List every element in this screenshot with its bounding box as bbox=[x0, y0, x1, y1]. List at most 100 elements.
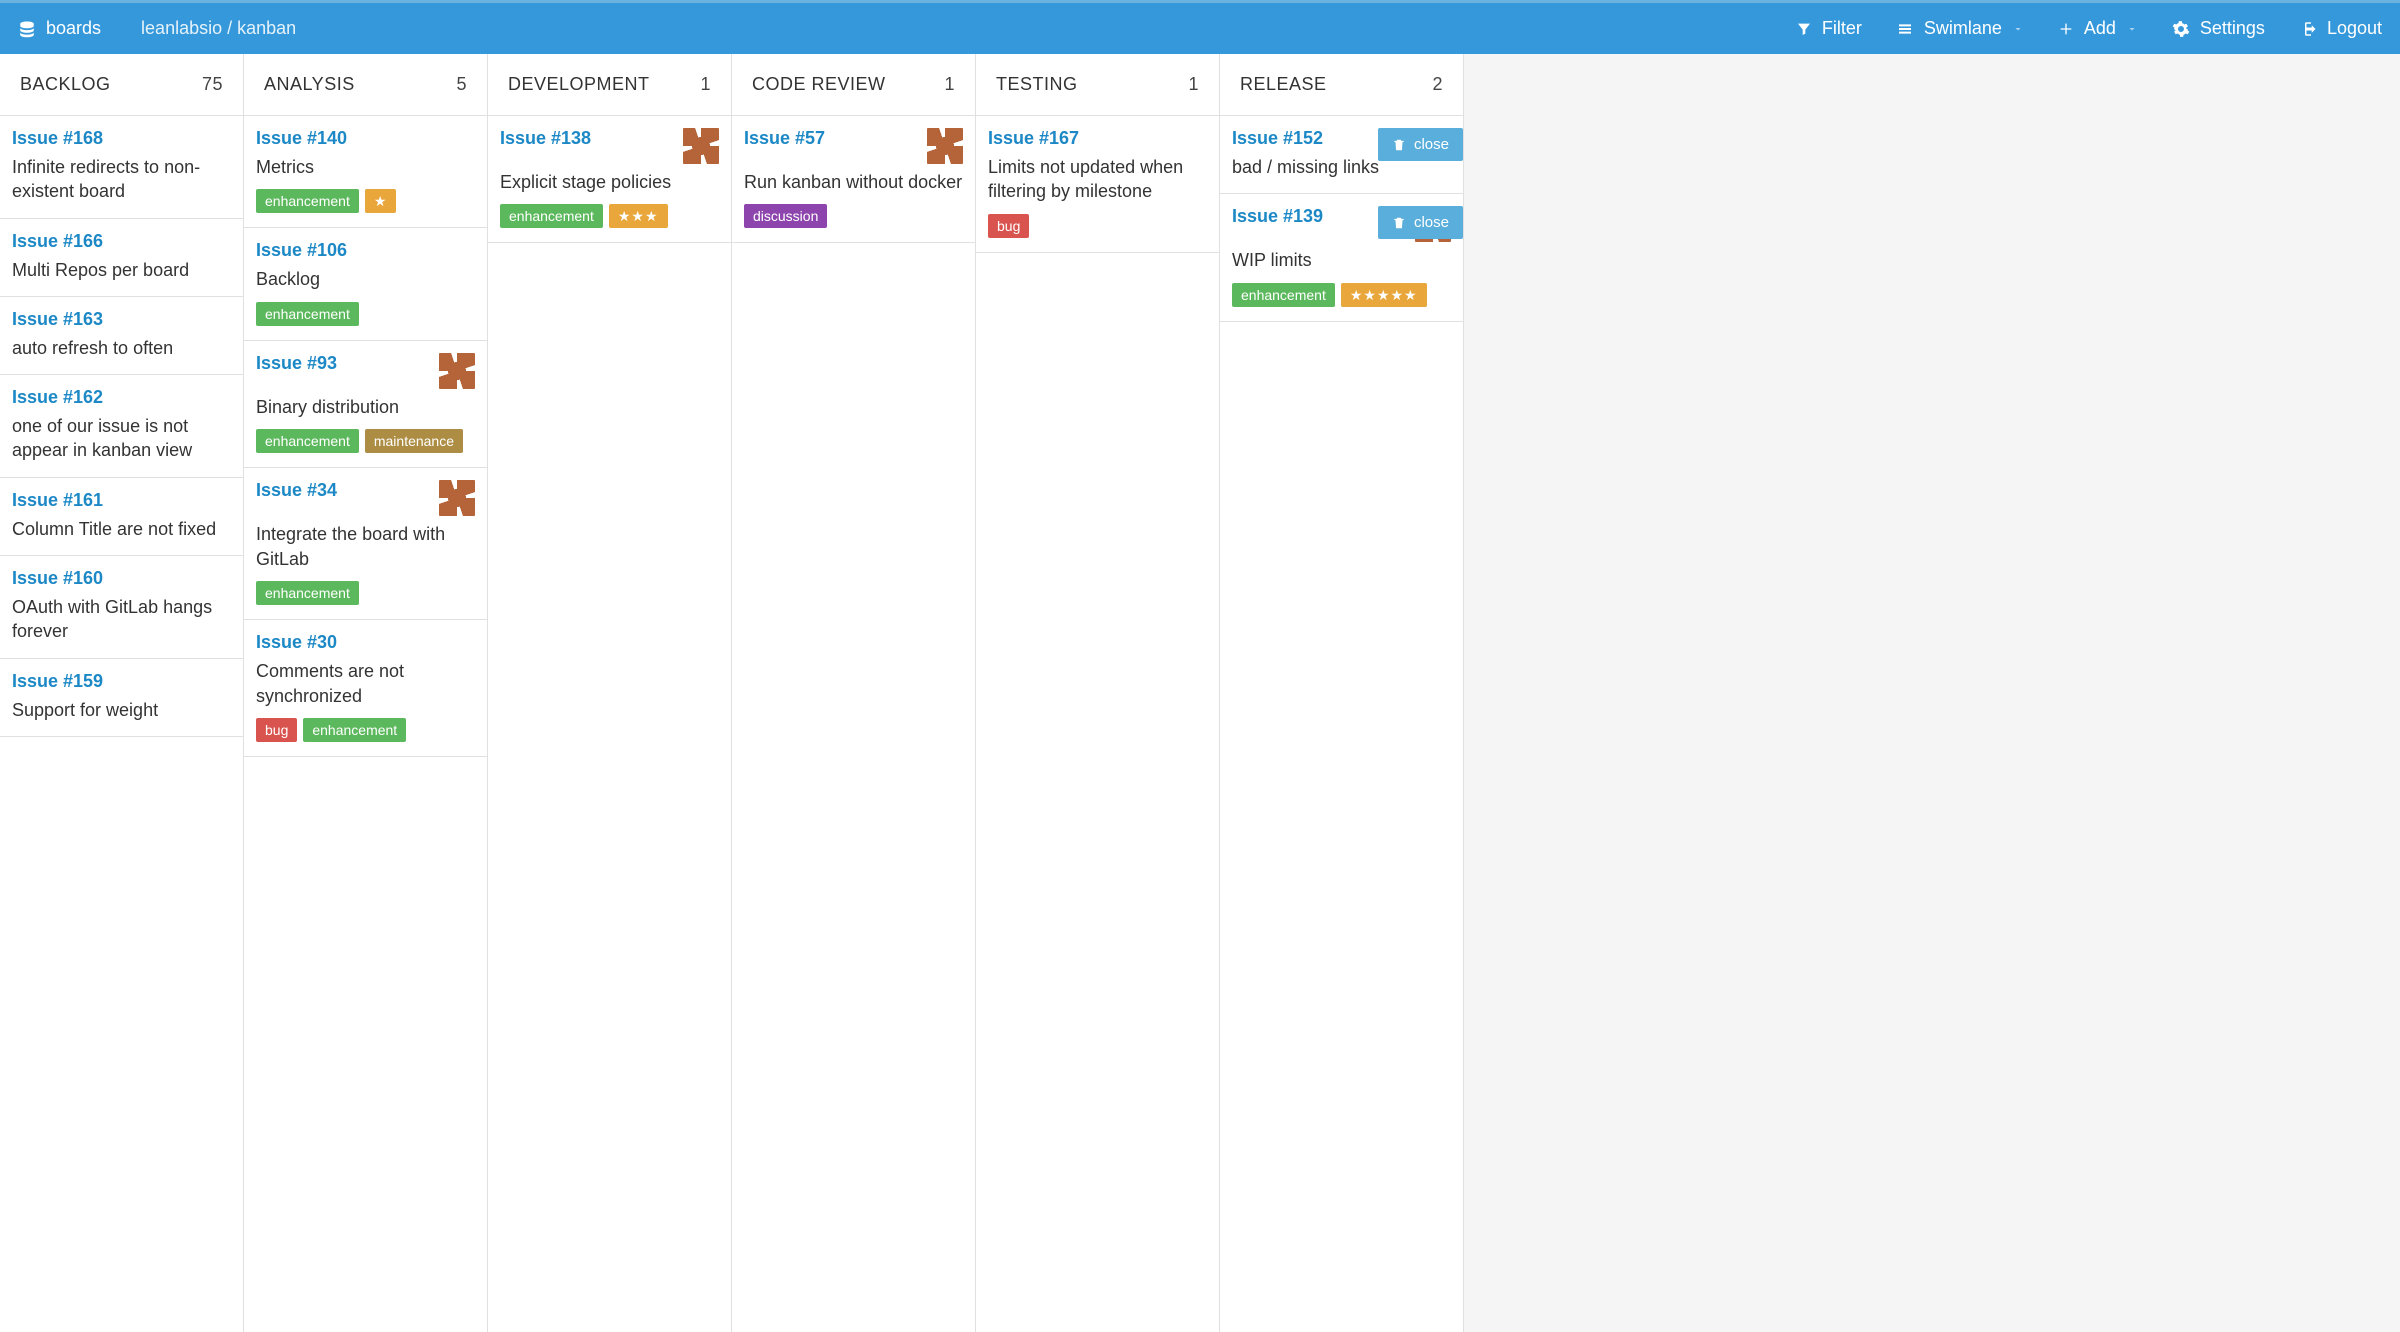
card-list: Issue #138Explicit stage policiesenhance… bbox=[488, 116, 731, 1332]
close-issue-button[interactable]: close bbox=[1378, 206, 1463, 239]
issue-title: Limits not updated when filtering by mil… bbox=[988, 155, 1207, 204]
swimlane-label: Swimlane bbox=[1924, 18, 2002, 39]
issue-id[interactable]: Issue #166 bbox=[12, 231, 103, 252]
issue-id[interactable]: Issue #168 bbox=[12, 128, 103, 149]
issue-title: auto refresh to often bbox=[12, 336, 231, 360]
issue-card[interactable]: Issue #167 Limits not updated when filter… bbox=[976, 116, 1219, 253]
issue-id[interactable]: Issue #152 bbox=[1232, 128, 1323, 149]
column-header: RELEASE2 bbox=[1220, 54, 1463, 116]
filter-icon bbox=[1796, 21, 1812, 37]
label-enhancement: enhancement bbox=[500, 204, 603, 228]
close-label: close bbox=[1414, 136, 1449, 153]
issue-id[interactable]: Issue #138 bbox=[500, 128, 591, 149]
settings-label: Settings bbox=[2200, 18, 2265, 39]
column-count: 1 bbox=[1188, 74, 1199, 95]
issue-id[interactable]: Issue #106 bbox=[256, 240, 347, 261]
issue-id[interactable]: Issue #57 bbox=[744, 128, 825, 149]
label-enhancement: enhancement bbox=[256, 189, 359, 213]
issue-card[interactable]: Issue #168Infinite redirects to non-exis… bbox=[0, 116, 243, 219]
issue-title: Backlog bbox=[256, 267, 475, 291]
column-header: TESTING 1 bbox=[976, 54, 1219, 116]
trash-icon bbox=[1392, 138, 1406, 152]
issue-title: Integrate the board with GitLab bbox=[256, 522, 475, 571]
column-title: TESTING bbox=[996, 74, 1078, 95]
label-bug: bug bbox=[256, 718, 297, 742]
label-row: bugenhancement bbox=[256, 718, 475, 742]
issue-card[interactable]: Issue #159 Support for weight bbox=[0, 659, 243, 737]
breadcrumb[interactable]: leanlabsio / kanban bbox=[141, 18, 296, 39]
column-header: CODE REVIEW1 bbox=[732, 54, 975, 116]
priority-stars: ★★★★★ bbox=[1341, 283, 1427, 307]
kanban-column: ANALYSIS5Issue #140Metricsenhancement★Is… bbox=[244, 54, 488, 1332]
label-row: discussion bbox=[744, 204, 963, 228]
issue-title: OAuth with GitLab hangs forever bbox=[12, 595, 231, 644]
issue-id[interactable]: Issue #30 bbox=[256, 632, 337, 653]
issue-card[interactable]: Issue #34 Integrate the board with GitLab… bbox=[244, 468, 487, 620]
column-title: ANALYSIS bbox=[264, 74, 355, 95]
card-list: Issue #140Metricsenhancement★ Issue #106 B… bbox=[244, 116, 487, 1332]
issue-id[interactable]: Issue #167 bbox=[988, 128, 1079, 149]
issue-card[interactable]: Issue #160 OAuth with GitLab hangs foreve… bbox=[0, 556, 243, 659]
issue-id[interactable]: Issue #160 bbox=[12, 568, 103, 589]
avatar bbox=[927, 128, 963, 164]
issue-card[interactable]: Issue #30 Comments are not synchronized bu… bbox=[244, 620, 487, 757]
column-header: ANALYSIS5 bbox=[244, 54, 487, 116]
issue-card[interactable]: Issue #139 WIP limits enhancement★★★★★ clos… bbox=[1220, 194, 1463, 321]
settings-button[interactable]: Settings bbox=[2172, 18, 2265, 39]
card-list: Issue #167 Limits not updated when filter… bbox=[976, 116, 1219, 1332]
issue-id[interactable]: Issue #159 bbox=[12, 671, 103, 692]
add-dropdown[interactable]: Add bbox=[2058, 18, 2138, 39]
caret-down-icon bbox=[2126, 23, 2138, 35]
swimlane-dropdown[interactable]: Swimlane bbox=[1896, 18, 2024, 39]
issue-card[interactable]: Issue #93Binary distributionenhancementm… bbox=[244, 341, 487, 468]
card-list: Issue #168Infinite redirects to non-exis… bbox=[0, 116, 243, 1332]
brand-text: boards bbox=[46, 18, 101, 39]
label-row: enhancement★ bbox=[256, 189, 475, 213]
label-row: enhancement bbox=[256, 302, 475, 326]
issue-id[interactable]: Issue #161 bbox=[12, 490, 103, 511]
issue-id[interactable]: Issue #139 bbox=[1232, 206, 1323, 227]
issue-card[interactable]: Issue #57 Run kanban without docker discus… bbox=[732, 116, 975, 243]
add-label: Add bbox=[2084, 18, 2116, 39]
kanban-column: BACKLOG75Issue #168Infinite redirects to… bbox=[0, 54, 244, 1332]
issue-id[interactable]: Issue #93 bbox=[256, 353, 337, 374]
label-bug: bug bbox=[988, 214, 1029, 238]
close-issue-button[interactable]: close bbox=[1378, 128, 1463, 161]
issue-card[interactable]: Issue #162one of our issue is not appear… bbox=[0, 375, 243, 478]
brand-link[interactable]: boards bbox=[18, 18, 101, 39]
label-row: enhancement★★★ bbox=[500, 204, 719, 228]
issue-id[interactable]: Issue #162 bbox=[12, 387, 103, 408]
label-discussion: discussion bbox=[744, 204, 827, 228]
column-count: 75 bbox=[202, 74, 223, 95]
database-icon bbox=[18, 19, 36, 39]
kanban-column: RELEASE2Issue #152bad / missing linksclo… bbox=[1220, 54, 1464, 1332]
issue-card[interactable]: Issue #161 Column Title are not fixed bbox=[0, 478, 243, 556]
label-row: bug bbox=[988, 214, 1207, 238]
issue-card[interactable]: Issue #140Metricsenhancement★ bbox=[244, 116, 487, 228]
filter-button[interactable]: Filter bbox=[1796, 18, 1862, 39]
issue-id[interactable]: Issue #163 bbox=[12, 309, 103, 330]
priority-stars: ★ bbox=[365, 189, 397, 213]
issue-title: Support for weight bbox=[12, 698, 231, 722]
label-row: enhancement bbox=[256, 581, 475, 605]
avatar bbox=[439, 480, 475, 516]
logout-button[interactable]: Logout bbox=[2299, 18, 2382, 39]
issue-title: Comments are not synchronized bbox=[256, 659, 475, 708]
avatar bbox=[439, 353, 475, 389]
issue-card[interactable]: Issue #166Multi Repos per board bbox=[0, 219, 243, 297]
issue-title: WIP limits bbox=[1232, 248, 1451, 272]
label-enhancement: enhancement bbox=[1232, 283, 1335, 307]
issue-card[interactable]: Issue #152bad / missing linksclose bbox=[1220, 116, 1463, 194]
card-list: Issue #57 Run kanban without docker discus… bbox=[732, 116, 975, 1332]
issue-card[interactable]: Issue #163 auto refresh to often bbox=[0, 297, 243, 375]
issue-id[interactable]: Issue #140 bbox=[256, 128, 347, 149]
issue-card[interactable]: Issue #106 Backlog enhancement bbox=[244, 228, 487, 340]
issue-id[interactable]: Issue #34 bbox=[256, 480, 337, 501]
card-list: Issue #152bad / missing linkscloseIssue … bbox=[1220, 116, 1463, 1332]
column-title: RELEASE bbox=[1240, 74, 1327, 95]
issue-card[interactable]: Issue #138Explicit stage policiesenhance… bbox=[488, 116, 731, 243]
issue-title: Column Title are not fixed bbox=[12, 517, 231, 541]
column-title: DEVELOPMENT bbox=[508, 74, 650, 95]
issue-title: Run kanban without docker bbox=[744, 170, 963, 194]
caret-down-icon bbox=[2012, 23, 2024, 35]
